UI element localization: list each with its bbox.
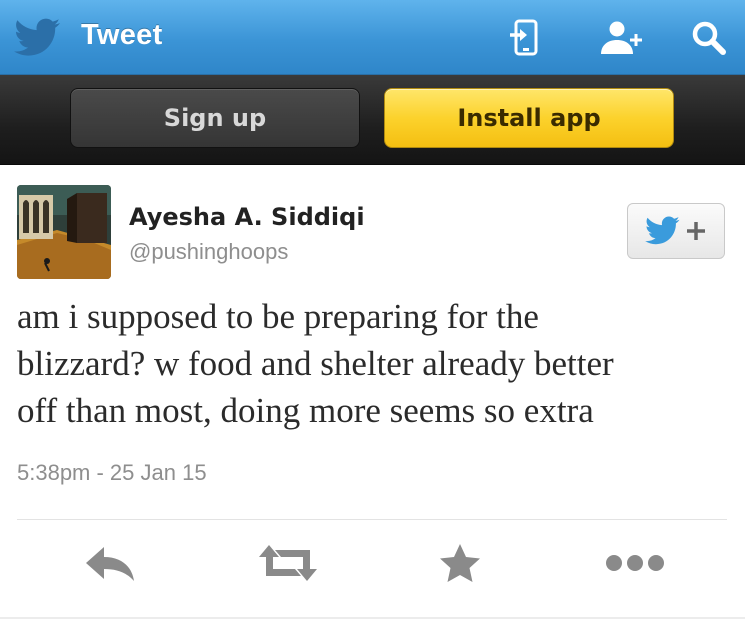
follow-button[interactable] [627,203,725,259]
more-button[interactable] [604,540,666,586]
page-title: Tweet [81,19,163,51]
avatar[interactable] [17,185,111,279]
plus-icon [687,222,705,240]
reply-button[interactable] [82,540,138,586]
sign-in-icon[interactable] [506,18,546,58]
tweet-text-line: off than most, doing more seems so extra [17,391,594,430]
divider [17,519,727,520]
action-bar: Sign up Install app [0,75,745,165]
favorite-button[interactable] [437,540,483,586]
avatar-image [17,185,111,279]
author-name[interactable]: Ayesha A. Siddiqi [129,203,365,231]
tweet-text-line: am i supposed to be preparing for the [17,297,539,336]
tweet-text: am i supposed to be preparing for the bl… [17,293,727,434]
favorite-icon [440,544,480,582]
twitter-follow-icon [645,216,680,245]
add-user-icon[interactable] [597,18,647,58]
author-handle[interactable]: @pushinghoops [129,239,288,265]
retweet-icon [259,545,317,581]
sign-up-button[interactable]: Sign up [70,88,360,148]
search-icon[interactable] [689,18,729,58]
reply-icon [86,547,134,581]
bottom-divider [0,617,745,619]
twitter-bird-icon[interactable] [14,18,62,58]
tweet-timestamp[interactable]: 5:38pm - 25 Jan 15 [17,460,207,486]
more-icon [606,555,664,571]
top-bar: Tweet [0,0,745,75]
tweet-text-line: blizzard? w food and shelter already bet… [17,344,614,383]
install-app-button[interactable]: Install app [384,88,674,148]
retweet-button[interactable] [256,540,320,586]
